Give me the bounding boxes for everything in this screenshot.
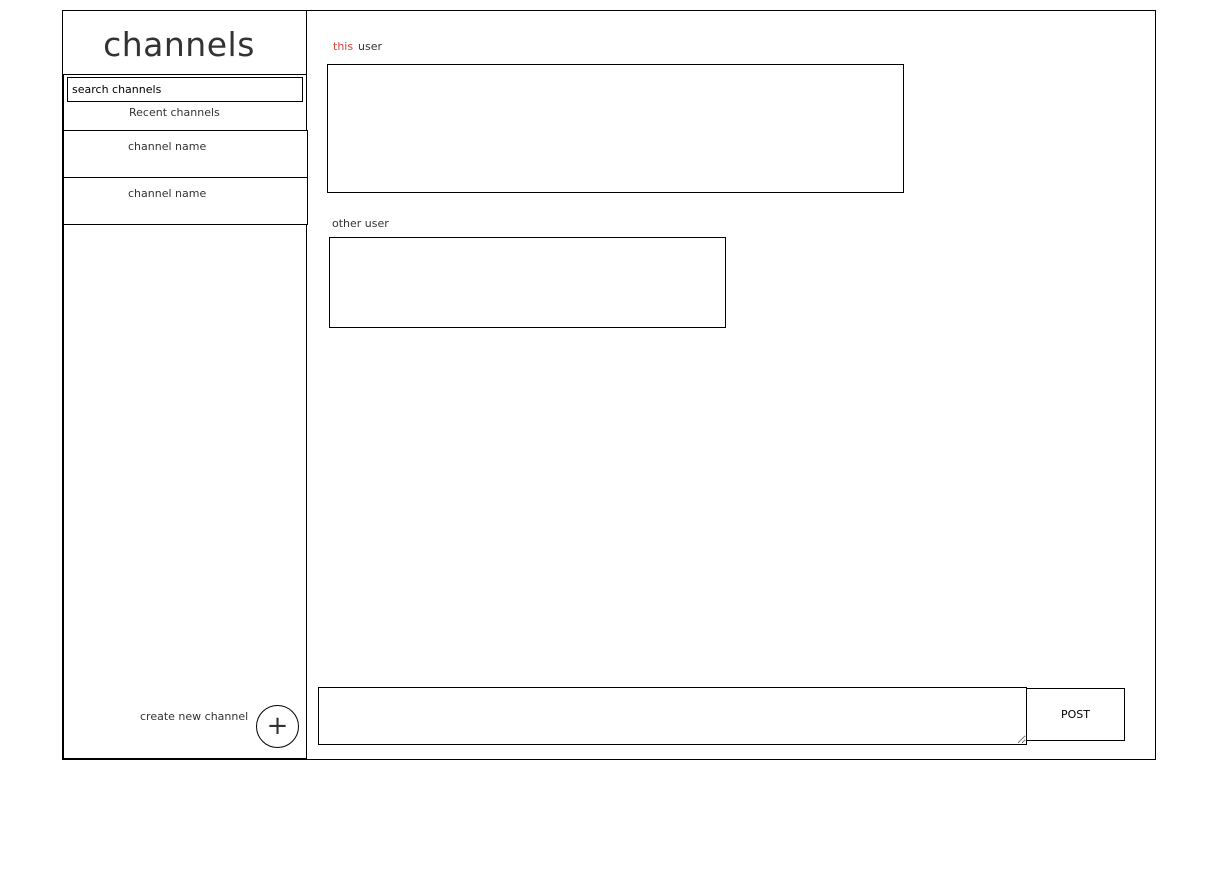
post-button[interactable]: POST [1026,688,1125,741]
recent-channels-label: Recent channels [129,106,220,119]
search-channels-input[interactable] [67,77,303,102]
message-sender-other: other user [332,217,389,230]
channel-name-label: channel name [128,187,207,200]
message-sender-prefix: this [333,40,354,53]
message-composer-input[interactable] [318,687,1027,745]
create-channel-label: create new channel [140,710,249,723]
create-channel-button[interactable]: + [256,705,299,748]
sidebar-item-channel[interactable]: channel name [63,130,308,178]
plus-icon: + [266,711,289,741]
channel-name-label: channel name [128,140,207,153]
sidebar-item-channel[interactable]: channel name [63,177,308,225]
message-bubble-own [327,64,904,193]
message-sender-name: user [358,40,382,53]
page-title: channels [103,25,255,64]
message-bubble-other [329,237,726,328]
